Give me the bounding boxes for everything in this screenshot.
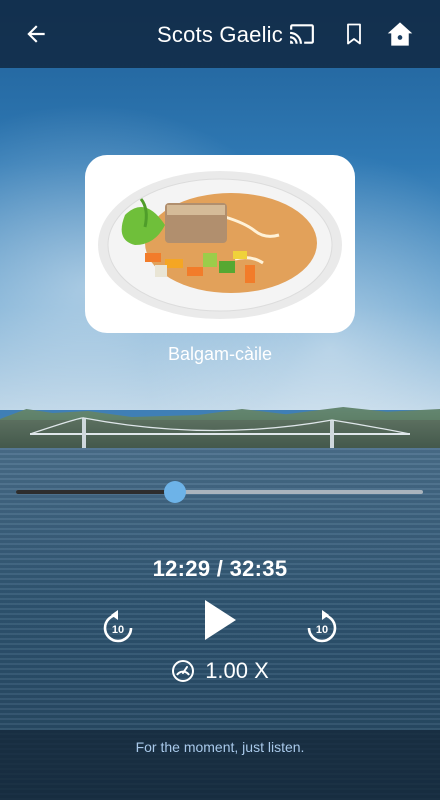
speed-label: 1.00 X <box>205 658 269 683</box>
food-photo <box>98 171 342 319</box>
forward-icon: 10 <box>307 610 337 643</box>
rewind-label: 10 <box>112 624 124 636</box>
home-icon[interactable] <box>386 20 414 48</box>
play-icon <box>205 600 236 640</box>
page-title: Scots Gaelic <box>157 22 283 47</box>
cast-icon[interactable] <box>288 20 316 48</box>
bridge <box>30 417 410 452</box>
bookmark-icon[interactable] <box>340 20 368 48</box>
play-button[interactable] <box>198 596 242 644</box>
rewind-icon: 10 <box>103 610 133 643</box>
rewind-10-button[interactable]: 10 <box>100 608 136 646</box>
speedometer-icon <box>172 660 195 682</box>
slider-thumb[interactable] <box>163 481 186 503</box>
app-header: Scots Gaelic <box>0 0 440 68</box>
slider-fill <box>16 490 175 494</box>
lesson-image <box>85 155 355 333</box>
progress-slider[interactable] <box>16 478 423 506</box>
forward-10-button[interactable]: 10 <box>304 608 340 646</box>
lesson-caption: Balgam-càile <box>167 344 273 364</box>
footer-message: For the moment, just listen. <box>135 739 305 755</box>
playback-speed-button[interactable]: 1.00 X <box>0 658 440 684</box>
footer-bar: For the moment, just listen. <box>0 730 440 800</box>
forward-label: 10 <box>316 624 328 636</box>
time-readout: 12:29 / 32:35 <box>152 556 288 581</box>
